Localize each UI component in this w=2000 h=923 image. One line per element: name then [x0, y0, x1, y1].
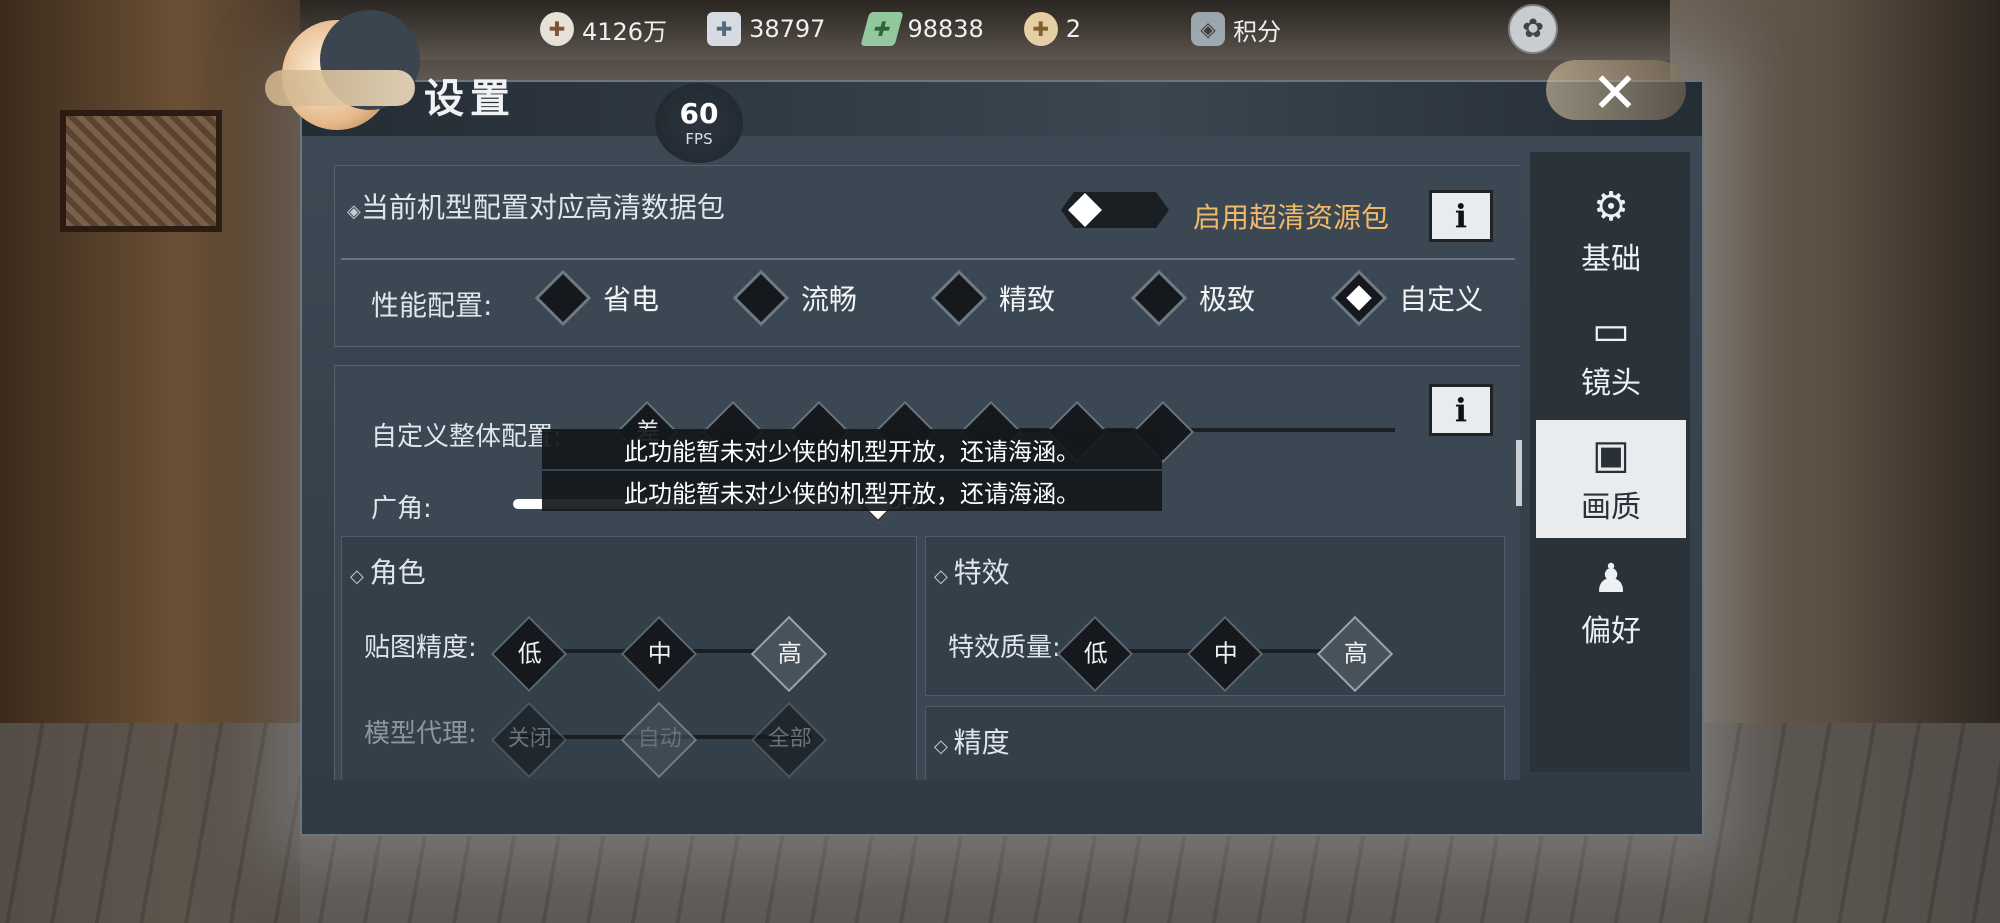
custom-section: 自定义整体配置: 差 i 广角: 55 角色 贴图精度: 低 中 高 模型代理:…	[334, 365, 1520, 780]
texture-high-option[interactable]: 高	[750, 615, 828, 693]
tab-label: 基础	[1581, 242, 1641, 277]
option-label: 高	[777, 639, 802, 668]
radio-diamond-icon	[732, 269, 790, 327]
resource-coin[interactable]: ✚ 4126万	[540, 12, 667, 47]
resource-bar: ✚ 4126万 ✚ 38797 ✚ 98838 ✚ 2 ◈ 积分	[540, 6, 1321, 52]
background-window	[60, 110, 222, 232]
option-label: 全部	[767, 726, 812, 752]
cloud-ornament	[265, 70, 415, 106]
performance-label: 性能配置:	[371, 289, 493, 322]
silver-ingot-plus-icon: ✚	[707, 12, 742, 46]
tab-label: 镜头	[1581, 366, 1641, 401]
effects-group: 特效 特效质量: 低 中 高	[925, 536, 1505, 696]
close-icon: ✕	[1591, 60, 1639, 126]
effect-high-option[interactable]: 高	[1316, 615, 1394, 693]
model-proxy-label: 模型代理:	[364, 719, 477, 749]
texture-low-option[interactable]: 低	[490, 615, 568, 693]
camera-icon: ▭	[1592, 308, 1630, 354]
page-title: 设置	[424, 76, 516, 122]
resource-value: 98838	[907, 15, 984, 43]
fps-label: FPS	[685, 130, 713, 148]
effect-quality-label: 特效质量:	[948, 633, 1061, 663]
close-button[interactable]: ✕	[1570, 58, 1660, 128]
radio-diamond-selected-icon	[1330, 269, 1388, 327]
fps-indicator: 60 FPS	[655, 83, 743, 163]
option-label: 中	[1213, 639, 1238, 668]
unavailable-toast: 此功能暂未对少侠的机型开放，还请海涵。	[542, 429, 1162, 469]
option-label: 低	[517, 639, 542, 668]
character-title: 角色	[350, 551, 426, 591]
radio-diamond-icon	[1130, 269, 1188, 327]
score-badge-icon: ◈	[1191, 12, 1226, 46]
score-label: 积分	[1233, 17, 1282, 46]
toggle-knob	[1068, 193, 1102, 227]
option-label: 自定义	[1399, 283, 1484, 316]
tab-basic[interactable]: ⚙ 基础	[1536, 172, 1686, 290]
effect-mid-option[interactable]: 中	[1186, 615, 1264, 693]
hd-pack-toggle[interactable]	[1061, 192, 1169, 228]
user-gear-icon: ♟	[1593, 556, 1629, 602]
option-label: 精致	[999, 283, 1056, 316]
settings-tabs: ⚙ 基础 ▭ 镜头 ▣ 画质 ♟ 偏好	[1530, 152, 1690, 772]
hd-pack-info-button[interactable]: i	[1429, 190, 1493, 242]
tab-label: 画质	[1581, 490, 1641, 525]
option-label: 极致	[1199, 283, 1256, 316]
coin-plus-icon: ✚	[540, 12, 574, 46]
diamond-bullet-icon: ◈	[347, 201, 361, 222]
score-button[interactable]: ◈ 积分	[1191, 12, 1281, 47]
texture-label: 贴图精度:	[364, 633, 477, 663]
effects-title: 特效	[934, 551, 1010, 591]
resource-value: 38797	[749, 15, 826, 43]
divider	[341, 258, 1515, 260]
tab-graphics[interactable]: ▣ 画质	[1536, 420, 1686, 538]
gold-ingot-plus-icon: ✚	[1023, 12, 1058, 46]
jade-ticket-plus-icon: ✚	[860, 12, 904, 46]
precision-title: 精度	[934, 721, 1010, 761]
performance-option-smooth[interactable]: 流畅	[732, 269, 858, 327]
radio-diamond-icon	[534, 269, 592, 327]
texture-mid-option[interactable]: 中	[620, 615, 698, 693]
option-label: 关闭	[507, 726, 552, 752]
resource-gold[interactable]: ✚ 2	[1023, 12, 1082, 46]
model-all-option[interactable]: 全部	[750, 701, 828, 779]
hd-pack-toggle-label: 启用超清资源包	[1193, 201, 1390, 234]
hd-pack-label: 当前机型配置对应高清数据包	[360, 191, 725, 224]
tab-label: 偏好	[1581, 614, 1641, 649]
performance-option-ultimate[interactable]: 极致	[1130, 269, 1256, 327]
precision-group: 精度	[925, 706, 1505, 780]
resource-value: 2	[1065, 15, 1082, 43]
gear-icon: ⚙	[1593, 184, 1629, 230]
option-label: 自动	[637, 726, 682, 752]
resource-value: 4126万	[582, 17, 668, 46]
settings-content: ◈当前机型配置对应高清数据包 启用超清资源包 i 性能配置: 省电 流畅 精致 …	[334, 165, 1520, 780]
custom-info-button[interactable]: i	[1429, 384, 1493, 436]
effect-low-option[interactable]: 低	[1056, 615, 1134, 693]
character-group: 角色 贴图精度: 低 中 高 模型代理: 关闭 自动 全部	[341, 536, 917, 780]
tab-camera[interactable]: ▭ 镜头	[1536, 296, 1686, 414]
model-auto-option[interactable]: 自动	[620, 701, 698, 779]
fps-value: 60	[679, 97, 719, 130]
model-off-option[interactable]: 关闭	[490, 701, 568, 779]
option-label: 高	[1343, 639, 1368, 668]
option-label: 低	[1083, 639, 1108, 668]
hd-pack-row: ◈当前机型配置对应高清数据包	[347, 186, 725, 226]
monitor-icon: ▣	[1592, 432, 1630, 478]
option-label: 省电	[603, 283, 660, 316]
radio-diamond-icon	[930, 269, 988, 327]
resource-jade[interactable]: ✚ 98838	[860, 12, 984, 46]
content-scrollbar[interactable]	[1516, 440, 1522, 506]
performance-option-power-save[interactable]: 省电	[534, 269, 660, 327]
menu-emblem-icon[interactable]: ✿	[1508, 4, 1558, 54]
unavailable-toast: 此功能暂未对少侠的机型开放，还请海涵。	[542, 471, 1162, 511]
option-label: 中	[647, 639, 672, 668]
resource-silver[interactable]: ✚ 38797	[707, 12, 825, 46]
tab-preferences[interactable]: ♟ 偏好	[1536, 544, 1686, 662]
performance-option-fine[interactable]: 精致	[930, 269, 1056, 327]
custom-config-label: 自定义整体配置:	[371, 422, 562, 452]
option-label: 流畅	[801, 283, 858, 316]
performance-section: ◈当前机型配置对应高清数据包 启用超清资源包 i 性能配置: 省电 流畅 精致 …	[334, 165, 1520, 347]
wide-angle-label: 广角:	[371, 494, 432, 524]
performance-option-custom[interactable]: 自定义	[1330, 269, 1484, 327]
